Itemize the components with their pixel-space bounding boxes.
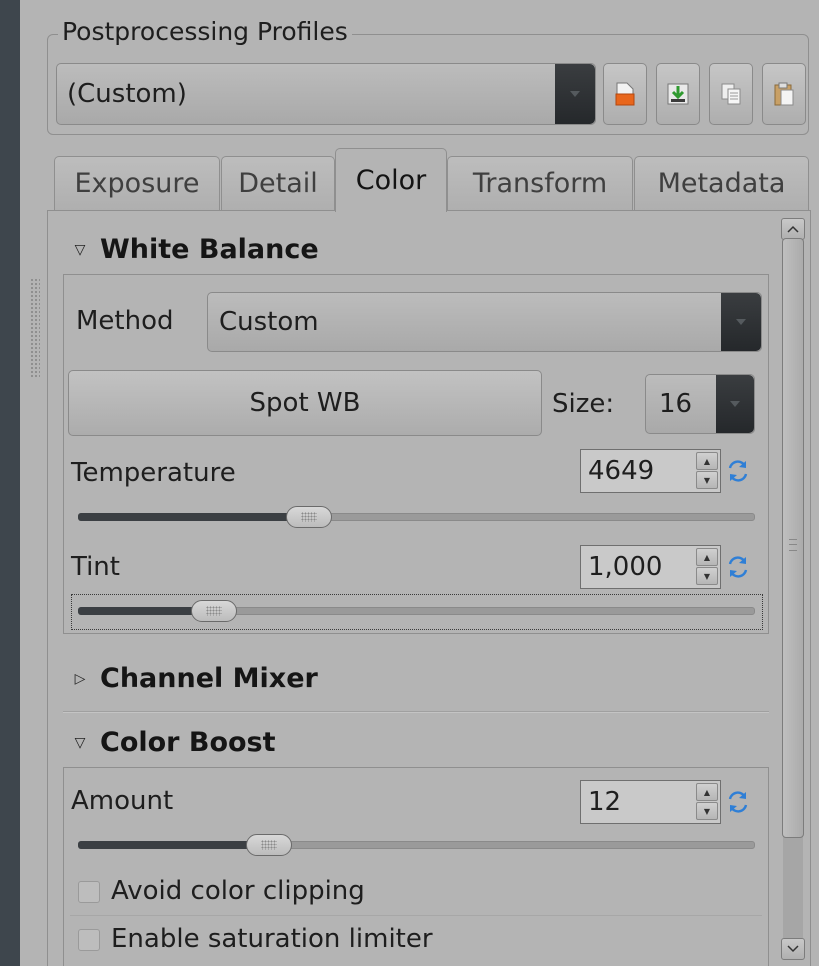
- tab-exposure-label: Exposure: [74, 168, 200, 199]
- tab-detail[interactable]: Detail: [221, 156, 335, 210]
- save-profile-button[interactable]: [656, 63, 700, 125]
- copy-icon: [721, 83, 741, 105]
- tab-color[interactable]: Color: [335, 148, 447, 212]
- window-edge: [0, 0, 20, 966]
- open-profile-button[interactable]: [603, 63, 647, 125]
- tab-color-label: Color: [355, 165, 427, 196]
- profile-combobox-value: (Custom): [67, 79, 187, 109]
- paste-clipboard-icon: [774, 82, 794, 106]
- paste-profile-button[interactable]: [762, 63, 806, 125]
- open-folder-icon: [615, 82, 635, 106]
- profiles-title: Postprocessing Profiles: [58, 16, 352, 48]
- tab-content-color: [47, 210, 811, 966]
- splitter-handle[interactable]: [30, 278, 40, 378]
- tab-metadata[interactable]: Metadata: [634, 156, 809, 210]
- dropdown-arrow-icon: [555, 64, 595, 124]
- tab-metadata-label: Metadata: [657, 168, 786, 199]
- copy-profile-button[interactable]: [709, 63, 753, 125]
- tab-exposure[interactable]: Exposure: [54, 156, 220, 210]
- tab-detail-label: Detail: [238, 168, 318, 199]
- profile-combobox[interactable]: (Custom): [56, 63, 596, 125]
- tab-transform[interactable]: Transform: [447, 156, 633, 210]
- tab-transform-label: Transform: [472, 168, 608, 199]
- save-download-icon: [667, 83, 689, 105]
